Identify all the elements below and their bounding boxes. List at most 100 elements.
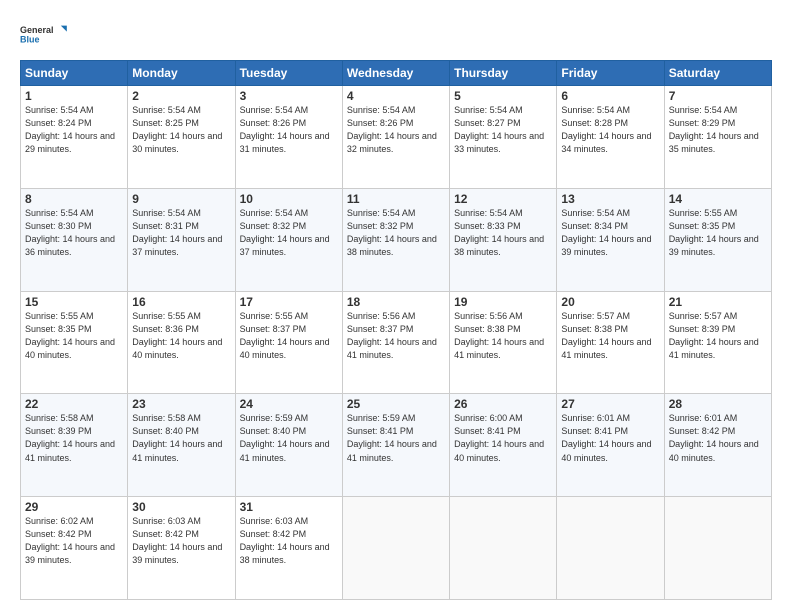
- calendar-cell: 6 Sunrise: 5:54 AM Sunset: 8:28 PM Dayli…: [557, 86, 664, 189]
- day-number: 18: [347, 295, 445, 309]
- day-info: Sunrise: 5:55 AM Sunset: 8:37 PM Dayligh…: [240, 310, 338, 362]
- calendar-cell: 1 Sunrise: 5:54 AM Sunset: 8:24 PM Dayli…: [21, 86, 128, 189]
- calendar-table: SundayMondayTuesdayWednesdayThursdayFrid…: [20, 60, 772, 600]
- col-header-thursday: Thursday: [450, 61, 557, 86]
- page: General Blue SundayMondayTuesdayWednesda…: [0, 0, 792, 612]
- calendar-cell: 9 Sunrise: 5:54 AM Sunset: 8:31 PM Dayli…: [128, 188, 235, 291]
- day-info: Sunrise: 5:54 AM Sunset: 8:29 PM Dayligh…: [669, 104, 767, 156]
- day-info: Sunrise: 5:54 AM Sunset: 8:25 PM Dayligh…: [132, 104, 230, 156]
- calendar-cell: 18 Sunrise: 5:56 AM Sunset: 8:37 PM Dayl…: [342, 291, 449, 394]
- col-header-saturday: Saturday: [664, 61, 771, 86]
- calendar-cell: 28 Sunrise: 6:01 AM Sunset: 8:42 PM Dayl…: [664, 394, 771, 497]
- day-number: 13: [561, 192, 659, 206]
- calendar-cell: 15 Sunrise: 5:55 AM Sunset: 8:35 PM Dayl…: [21, 291, 128, 394]
- calendar-cell: 20 Sunrise: 5:57 AM Sunset: 8:38 PM Dayl…: [557, 291, 664, 394]
- day-info: Sunrise: 5:54 AM Sunset: 8:27 PM Dayligh…: [454, 104, 552, 156]
- calendar-cell: [450, 497, 557, 600]
- day-number: 10: [240, 192, 338, 206]
- col-header-wednesday: Wednesday: [342, 61, 449, 86]
- day-info: Sunrise: 6:01 AM Sunset: 8:42 PM Dayligh…: [669, 412, 767, 464]
- calendar-cell: 29 Sunrise: 6:02 AM Sunset: 8:42 PM Dayl…: [21, 497, 128, 600]
- calendar-cell: 24 Sunrise: 5:59 AM Sunset: 8:40 PM Dayl…: [235, 394, 342, 497]
- day-info: Sunrise: 6:02 AM Sunset: 8:42 PM Dayligh…: [25, 515, 123, 567]
- day-info: Sunrise: 5:57 AM Sunset: 8:38 PM Dayligh…: [561, 310, 659, 362]
- day-info: Sunrise: 5:57 AM Sunset: 8:39 PM Dayligh…: [669, 310, 767, 362]
- logo: General Blue: [20, 16, 68, 52]
- col-header-tuesday: Tuesday: [235, 61, 342, 86]
- day-info: Sunrise: 5:54 AM Sunset: 8:31 PM Dayligh…: [132, 207, 230, 259]
- svg-text:Blue: Blue: [20, 34, 40, 44]
- calendar-week-1: 1 Sunrise: 5:54 AM Sunset: 8:24 PM Dayli…: [21, 86, 772, 189]
- calendar-week-5: 29 Sunrise: 6:02 AM Sunset: 8:42 PM Dayl…: [21, 497, 772, 600]
- day-info: Sunrise: 5:56 AM Sunset: 8:38 PM Dayligh…: [454, 310, 552, 362]
- calendar-cell: 21 Sunrise: 5:57 AM Sunset: 8:39 PM Dayl…: [664, 291, 771, 394]
- calendar-cell: 17 Sunrise: 5:55 AM Sunset: 8:37 PM Dayl…: [235, 291, 342, 394]
- day-info: Sunrise: 5:54 AM Sunset: 8:34 PM Dayligh…: [561, 207, 659, 259]
- day-number: 7: [669, 89, 767, 103]
- calendar-cell: 22 Sunrise: 5:58 AM Sunset: 8:39 PM Dayl…: [21, 394, 128, 497]
- day-number: 3: [240, 89, 338, 103]
- day-number: 12: [454, 192, 552, 206]
- day-info: Sunrise: 5:59 AM Sunset: 8:40 PM Dayligh…: [240, 412, 338, 464]
- calendar-cell: [342, 497, 449, 600]
- day-info: Sunrise: 5:59 AM Sunset: 8:41 PM Dayligh…: [347, 412, 445, 464]
- day-info: Sunrise: 6:03 AM Sunset: 8:42 PM Dayligh…: [132, 515, 230, 567]
- calendar-cell: 2 Sunrise: 5:54 AM Sunset: 8:25 PM Dayli…: [128, 86, 235, 189]
- day-info: Sunrise: 5:54 AM Sunset: 8:32 PM Dayligh…: [347, 207, 445, 259]
- calendar-week-2: 8 Sunrise: 5:54 AM Sunset: 8:30 PM Dayli…: [21, 188, 772, 291]
- day-number: 16: [132, 295, 230, 309]
- calendar-cell: 30 Sunrise: 6:03 AM Sunset: 8:42 PM Dayl…: [128, 497, 235, 600]
- calendar-cell: 19 Sunrise: 5:56 AM Sunset: 8:38 PM Dayl…: [450, 291, 557, 394]
- day-number: 14: [669, 192, 767, 206]
- calendar-cell: 4 Sunrise: 5:54 AM Sunset: 8:26 PM Dayli…: [342, 86, 449, 189]
- day-info: Sunrise: 5:54 AM Sunset: 8:26 PM Dayligh…: [347, 104, 445, 156]
- calendar-cell: 8 Sunrise: 5:54 AM Sunset: 8:30 PM Dayli…: [21, 188, 128, 291]
- day-number: 26: [454, 397, 552, 411]
- calendar-cell: 3 Sunrise: 5:54 AM Sunset: 8:26 PM Dayli…: [235, 86, 342, 189]
- calendar-cell: 25 Sunrise: 5:59 AM Sunset: 8:41 PM Dayl…: [342, 394, 449, 497]
- day-info: Sunrise: 5:56 AM Sunset: 8:37 PM Dayligh…: [347, 310, 445, 362]
- header: General Blue: [20, 16, 772, 52]
- day-info: Sunrise: 5:54 AM Sunset: 8:28 PM Dayligh…: [561, 104, 659, 156]
- day-info: Sunrise: 5:55 AM Sunset: 8:36 PM Dayligh…: [132, 310, 230, 362]
- day-number: 17: [240, 295, 338, 309]
- day-number: 27: [561, 397, 659, 411]
- day-number: 4: [347, 89, 445, 103]
- col-header-monday: Monday: [128, 61, 235, 86]
- day-info: Sunrise: 6:03 AM Sunset: 8:42 PM Dayligh…: [240, 515, 338, 567]
- day-info: Sunrise: 5:54 AM Sunset: 8:33 PM Dayligh…: [454, 207, 552, 259]
- day-number: 23: [132, 397, 230, 411]
- calendar-week-4: 22 Sunrise: 5:58 AM Sunset: 8:39 PM Dayl…: [21, 394, 772, 497]
- calendar-cell: 26 Sunrise: 6:00 AM Sunset: 8:41 PM Dayl…: [450, 394, 557, 497]
- logo-svg: General Blue: [20, 16, 68, 52]
- col-header-friday: Friday: [557, 61, 664, 86]
- col-header-sunday: Sunday: [21, 61, 128, 86]
- calendar-cell: 14 Sunrise: 5:55 AM Sunset: 8:35 PM Dayl…: [664, 188, 771, 291]
- day-number: 28: [669, 397, 767, 411]
- day-number: 5: [454, 89, 552, 103]
- calendar-week-3: 15 Sunrise: 5:55 AM Sunset: 8:35 PM Dayl…: [21, 291, 772, 394]
- day-info: Sunrise: 5:54 AM Sunset: 8:24 PM Dayligh…: [25, 104, 123, 156]
- day-info: Sunrise: 6:00 AM Sunset: 8:41 PM Dayligh…: [454, 412, 552, 464]
- calendar-header-row: SundayMondayTuesdayWednesdayThursdayFrid…: [21, 61, 772, 86]
- day-number: 20: [561, 295, 659, 309]
- day-info: Sunrise: 6:01 AM Sunset: 8:41 PM Dayligh…: [561, 412, 659, 464]
- day-info: Sunrise: 5:55 AM Sunset: 8:35 PM Dayligh…: [669, 207, 767, 259]
- day-info: Sunrise: 5:58 AM Sunset: 8:39 PM Dayligh…: [25, 412, 123, 464]
- day-number: 1: [25, 89, 123, 103]
- svg-text:General: General: [20, 25, 54, 35]
- day-info: Sunrise: 5:54 AM Sunset: 8:26 PM Dayligh…: [240, 104, 338, 156]
- calendar-cell: 12 Sunrise: 5:54 AM Sunset: 8:33 PM Dayl…: [450, 188, 557, 291]
- calendar-cell: 7 Sunrise: 5:54 AM Sunset: 8:29 PM Dayli…: [664, 86, 771, 189]
- calendar-cell: 5 Sunrise: 5:54 AM Sunset: 8:27 PM Dayli…: [450, 86, 557, 189]
- calendar-cell: 23 Sunrise: 5:58 AM Sunset: 8:40 PM Dayl…: [128, 394, 235, 497]
- day-number: 21: [669, 295, 767, 309]
- calendar-cell: 31 Sunrise: 6:03 AM Sunset: 8:42 PM Dayl…: [235, 497, 342, 600]
- day-number: 22: [25, 397, 123, 411]
- day-number: 19: [454, 295, 552, 309]
- day-number: 8: [25, 192, 123, 206]
- day-info: Sunrise: 5:55 AM Sunset: 8:35 PM Dayligh…: [25, 310, 123, 362]
- day-number: 24: [240, 397, 338, 411]
- calendar-cell: 13 Sunrise: 5:54 AM Sunset: 8:34 PM Dayl…: [557, 188, 664, 291]
- calendar-cell: [664, 497, 771, 600]
